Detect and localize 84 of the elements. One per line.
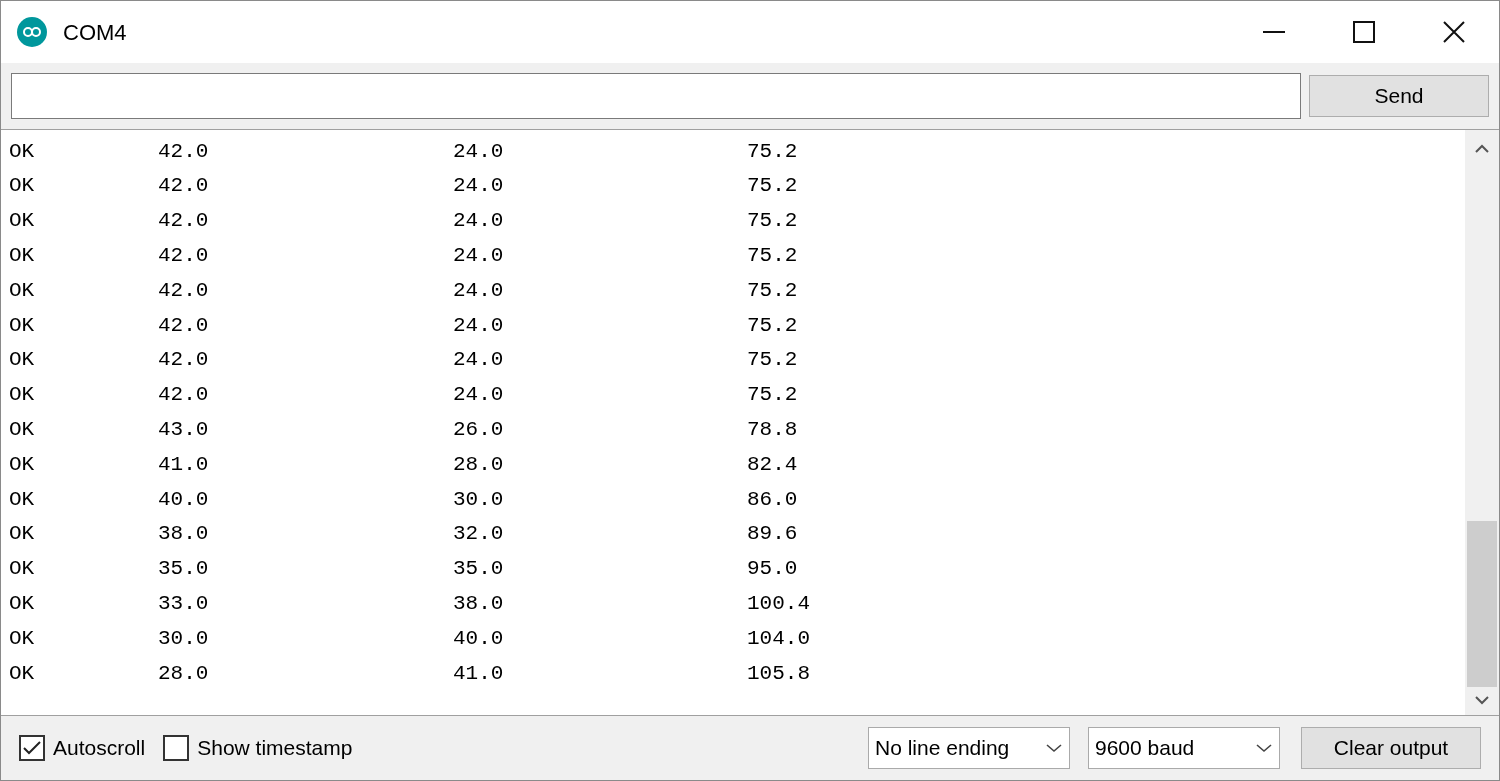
clear-output-button[interactable]: Clear output xyxy=(1301,727,1481,769)
caret-icon xyxy=(1045,743,1063,753)
output-value: 24.0 xyxy=(453,312,505,339)
output-value: 75.2 xyxy=(747,138,799,165)
output-value: OK xyxy=(9,208,36,235)
output-value: 42.0 xyxy=(158,312,210,339)
checkmark-icon xyxy=(23,741,41,755)
output-value: OK xyxy=(9,277,36,304)
output-value: 42.0 xyxy=(158,277,210,304)
line-ending-dropdown[interactable]: No line ending xyxy=(868,727,1070,769)
output-value: 104.0 xyxy=(747,625,811,652)
output-value: OK xyxy=(9,556,36,583)
output-value: OK xyxy=(9,312,36,339)
output-value: 42.0 xyxy=(158,382,210,409)
output-value: OK xyxy=(9,173,36,200)
output-value: OK xyxy=(9,382,36,409)
output-value: OK xyxy=(9,417,36,443)
output-value: 35.0 xyxy=(453,556,505,583)
output-value: 42.0 xyxy=(158,173,210,200)
output-value: 78.8 xyxy=(747,417,799,443)
output-value: 24.0 xyxy=(453,277,505,304)
scroll-up-icon xyxy=(1474,144,1490,154)
output-value: 42.0 xyxy=(158,347,210,374)
output-value: 86.0 xyxy=(747,486,799,513)
output-value: 38.0 xyxy=(158,521,210,548)
checkbox-label: Show timestamp xyxy=(197,735,353,762)
output-value: 28.0 xyxy=(158,660,210,687)
output-value: OK xyxy=(9,138,36,165)
output-value: OK xyxy=(9,347,36,374)
output-value: 28.0 xyxy=(453,451,505,478)
output-value: 33.0 xyxy=(158,591,210,617)
output-value: 43.0 xyxy=(158,417,210,443)
output-value: 24.0 xyxy=(453,138,505,165)
output-value: 100.4 xyxy=(747,591,811,617)
output-value: 35.0 xyxy=(158,556,210,583)
close-icon xyxy=(1443,21,1465,43)
checkbox-label: Autoscroll xyxy=(53,735,146,762)
output-value: OK xyxy=(9,625,36,652)
output-value: 89.6 xyxy=(747,521,799,548)
output-value: OK xyxy=(9,243,36,270)
output-value: 82.4 xyxy=(747,451,799,478)
app-logo-icon xyxy=(17,17,47,47)
output-value: 30.0 xyxy=(453,486,505,513)
output-value: 42.0 xyxy=(158,138,210,165)
output-value: 24.0 xyxy=(453,208,505,235)
output-value: 32.0 xyxy=(453,521,505,548)
output-value: 26.0 xyxy=(453,417,505,443)
output-value: 75.2 xyxy=(747,382,799,409)
output-value: OK xyxy=(9,660,36,687)
output-value: 42.0 xyxy=(158,208,210,235)
output-value: OK xyxy=(9,521,36,548)
scroll-down-icon xyxy=(1474,695,1490,705)
output-value: 75.2 xyxy=(747,243,799,270)
output-value: 24.0 xyxy=(453,173,505,200)
output-value: 24.0 xyxy=(453,382,505,409)
output-value: 95.0 xyxy=(747,556,799,583)
output-value: 38.0 xyxy=(453,591,505,617)
window-title: COM4 xyxy=(63,18,127,47)
output-value: 41.0 xyxy=(453,660,505,687)
output-value: OK xyxy=(9,451,36,478)
output-value: 75.2 xyxy=(747,208,799,235)
output-value: 75.2 xyxy=(747,277,799,304)
output-value: 40.0 xyxy=(158,486,210,513)
scrollbar-thumb[interactable] xyxy=(1467,521,1497,687)
baud-rate-dropdown[interactable]: 9600 baud xyxy=(1088,727,1280,769)
minimize-icon xyxy=(1263,31,1285,33)
output-value: 75.2 xyxy=(747,312,799,339)
output-value: OK xyxy=(9,486,36,513)
output-value: 24.0 xyxy=(453,243,505,270)
output-value: 75.2 xyxy=(747,173,799,200)
send-button[interactable]: Send xyxy=(1309,75,1489,117)
message-input-field[interactable] xyxy=(11,73,1301,119)
output-value: 75.2 xyxy=(747,347,799,374)
output-value: 105.8 xyxy=(747,660,811,687)
output-value: 24.0 xyxy=(453,347,505,374)
output-value: OK xyxy=(9,591,36,617)
output-value: 41.0 xyxy=(158,451,210,478)
output-value: 40.0 xyxy=(453,625,505,652)
output-value: 42.0 xyxy=(158,243,210,270)
checkbox[interactable] xyxy=(19,735,45,761)
checkbox[interactable] xyxy=(163,735,190,761)
caret-icon xyxy=(1255,743,1273,753)
output-value: 30.0 xyxy=(158,625,210,652)
maximize-icon xyxy=(1353,21,1375,43)
